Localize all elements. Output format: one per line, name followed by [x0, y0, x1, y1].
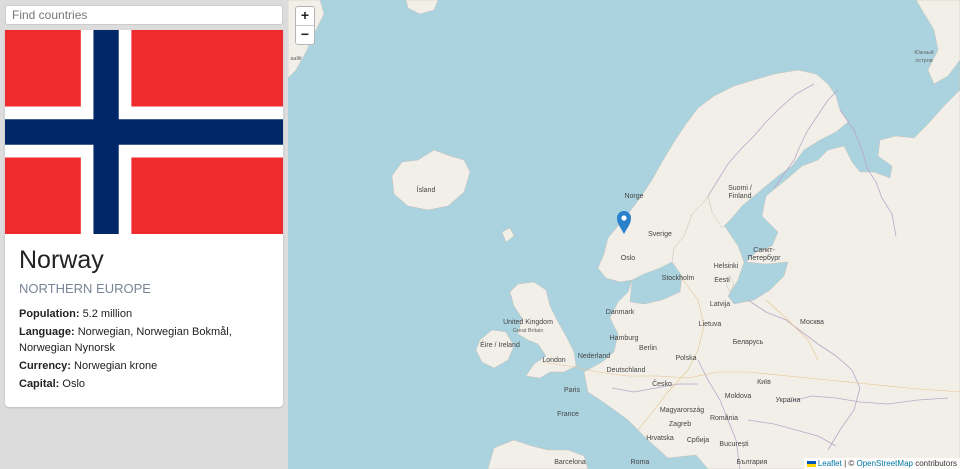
label-lietuva: Lietuva: [699, 321, 722, 328]
map-canvas[interactable]: Ísland Norge Sverige Suomi / Finland Сан…: [288, 0, 960, 469]
label-spb2: Петербург: [747, 254, 781, 262]
label-roma: Roma: [631, 459, 650, 466]
label-berlin: Berlin: [639, 345, 657, 352]
label-bulgaria: България: [737, 459, 768, 466]
fact-label: Capital:: [19, 378, 60, 390]
label-ukraina: Україна: [776, 397, 801, 404]
fact-population: Population: 5.2 million: [19, 306, 271, 322]
attribution-contributors: contributors: [912, 459, 957, 468]
country-name: Norway: [19, 246, 104, 274]
fact-value: 5.2 million: [82, 308, 133, 320]
fact-label: Population:: [19, 308, 80, 320]
label-magyar: Magyarország: [660, 407, 704, 414]
label-norge: Norge: [624, 193, 643, 200]
map-view[interactable]: Ísland Norge Sverige Suomi / Finland Сан…: [288, 0, 960, 469]
label-latvija: Latvija: [710, 301, 730, 308]
label-spb: Санкт-: [753, 247, 775, 254]
label-stockholm: Stockholm: [662, 275, 695, 282]
label-deutschland: Deutschland: [607, 367, 646, 374]
label-romania: România: [710, 415, 738, 422]
label-danmark: Danmark: [606, 309, 635, 316]
label-helsinki: Helsinki: [714, 263, 739, 270]
label-island: Ísland: [417, 185, 436, 194]
label-cesko: Česko: [652, 379, 672, 388]
label-barcelona: Barcelona: [554, 459, 586, 466]
zoom-control: + −: [295, 6, 315, 45]
label-eire: Éire / Ireland: [480, 340, 520, 349]
label-kyiv: Київ: [757, 379, 771, 386]
label-sverige: Sverige: [648, 231, 672, 238]
map-attribution: Leaflet | © OpenStreetMap contributors: [803, 458, 960, 469]
label-moskva: Москва: [800, 319, 824, 326]
label-france: France: [557, 411, 579, 418]
country-card: Norway NORTHERN EUROPE Population: 5.2 m…: [5, 30, 283, 407]
label-hrvatska: Hrvatska: [646, 435, 674, 442]
label-ostrov: остров: [915, 58, 932, 64]
label-nederland: Nederland: [578, 353, 610, 360]
label-zagreb: Zagreb: [669, 421, 691, 428]
map-pin-dot: [621, 215, 627, 221]
fact-capital: Capital: Oslo: [19, 376, 271, 392]
fact-language: Language: Norwegian, Norwegian Bokmål, N…: [19, 324, 271, 356]
label-yuzhny: Южный: [914, 49, 933, 56]
label-gb: Great Britain: [513, 328, 544, 334]
zoom-in-button[interactable]: +: [296, 7, 314, 25]
country-facts: Population: 5.2 million Language: Norweg…: [19, 306, 271, 394]
fact-label: Currency:: [19, 360, 71, 372]
ukraine-flag-icon: [806, 461, 816, 467]
fact-currency: Currency: Norwegian krone: [19, 358, 271, 374]
leaflet-link[interactable]: Leaflet: [818, 459, 842, 468]
label-greenland-fragment: aallit: [290, 56, 302, 62]
label-belarus: Беларусь: [733, 339, 764, 346]
label-eesti: Eesti: [714, 277, 730, 284]
label-oslo: Oslo: [621, 255, 636, 262]
label-srbija: Србија: [687, 436, 709, 444]
osm-link[interactable]: OpenStreetMap: [856, 459, 912, 468]
attribution-separator: | ©: [841, 459, 857, 468]
fact-value: Oslo: [62, 378, 86, 390]
label-hamburg: Hamburg: [610, 335, 639, 342]
label-paris: Paris: [564, 387, 580, 394]
country-flag: [5, 30, 283, 234]
label-london: London: [542, 357, 565, 364]
label-polska: Polska: [675, 355, 696, 362]
sidebar: Norway NORTHERN EUROPE Population: 5.2 m…: [0, 0, 288, 469]
label-uk: United Kingdom: [503, 319, 553, 326]
label-moldova: Moldova: [725, 393, 752, 400]
country-region: NORTHERN EUROPE: [19, 281, 151, 296]
label-finland: Finland: [729, 193, 752, 200]
fact-value: Norwegian krone: [74, 360, 158, 372]
label-suomi: Suomi /: [728, 185, 752, 192]
search-input[interactable]: [5, 5, 283, 25]
label-bucuresti: București: [719, 441, 749, 448]
zoom-out-button[interactable]: −: [296, 25, 314, 44]
fact-label: Language:: [19, 326, 75, 338]
